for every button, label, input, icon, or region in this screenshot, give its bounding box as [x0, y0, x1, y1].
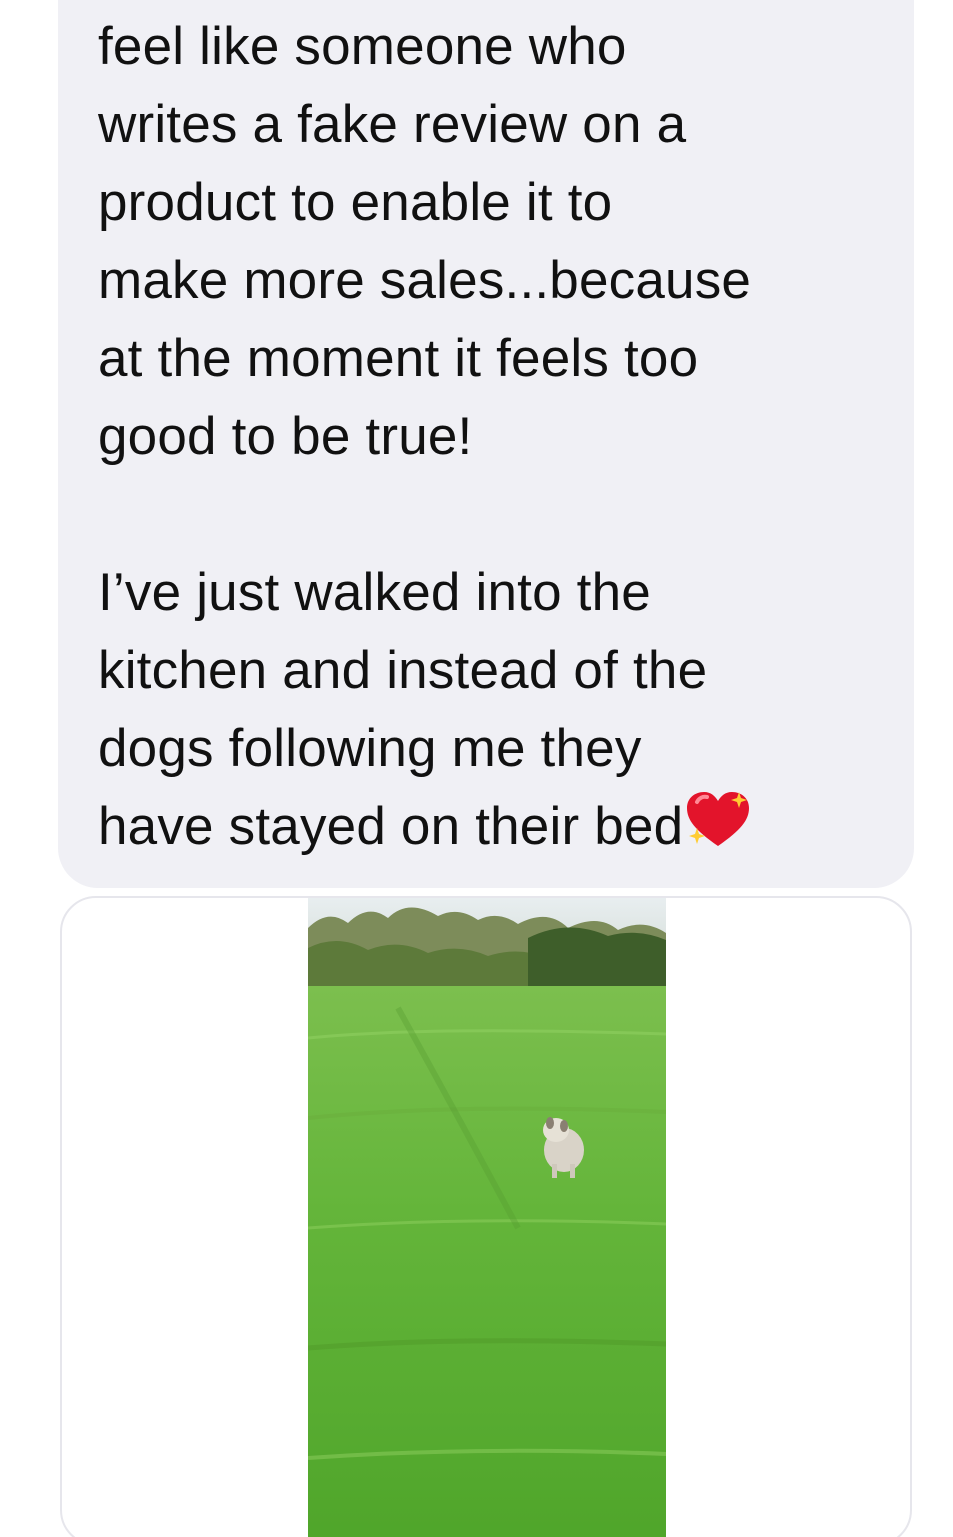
photo-attachment-card[interactable]	[60, 896, 912, 1537]
message-thread: feel like someone who writes a fake revi…	[0, 0, 953, 1537]
message-text-paragraph-1: feel like someone who writes a fake revi…	[98, 17, 752, 466]
message-text-paragraph-2-text: I’ve just walked into the kitchen and in…	[98, 563, 708, 856]
sparkling-heart-icon	[685, 790, 751, 850]
message-text-paragraph-2: I’ve just walked into the kitchen and in…	[98, 554, 874, 866]
dog-in-field-photo[interactable]	[308, 898, 666, 1537]
message-bubble[interactable]: feel like someone who writes a fake revi…	[58, 0, 914, 888]
